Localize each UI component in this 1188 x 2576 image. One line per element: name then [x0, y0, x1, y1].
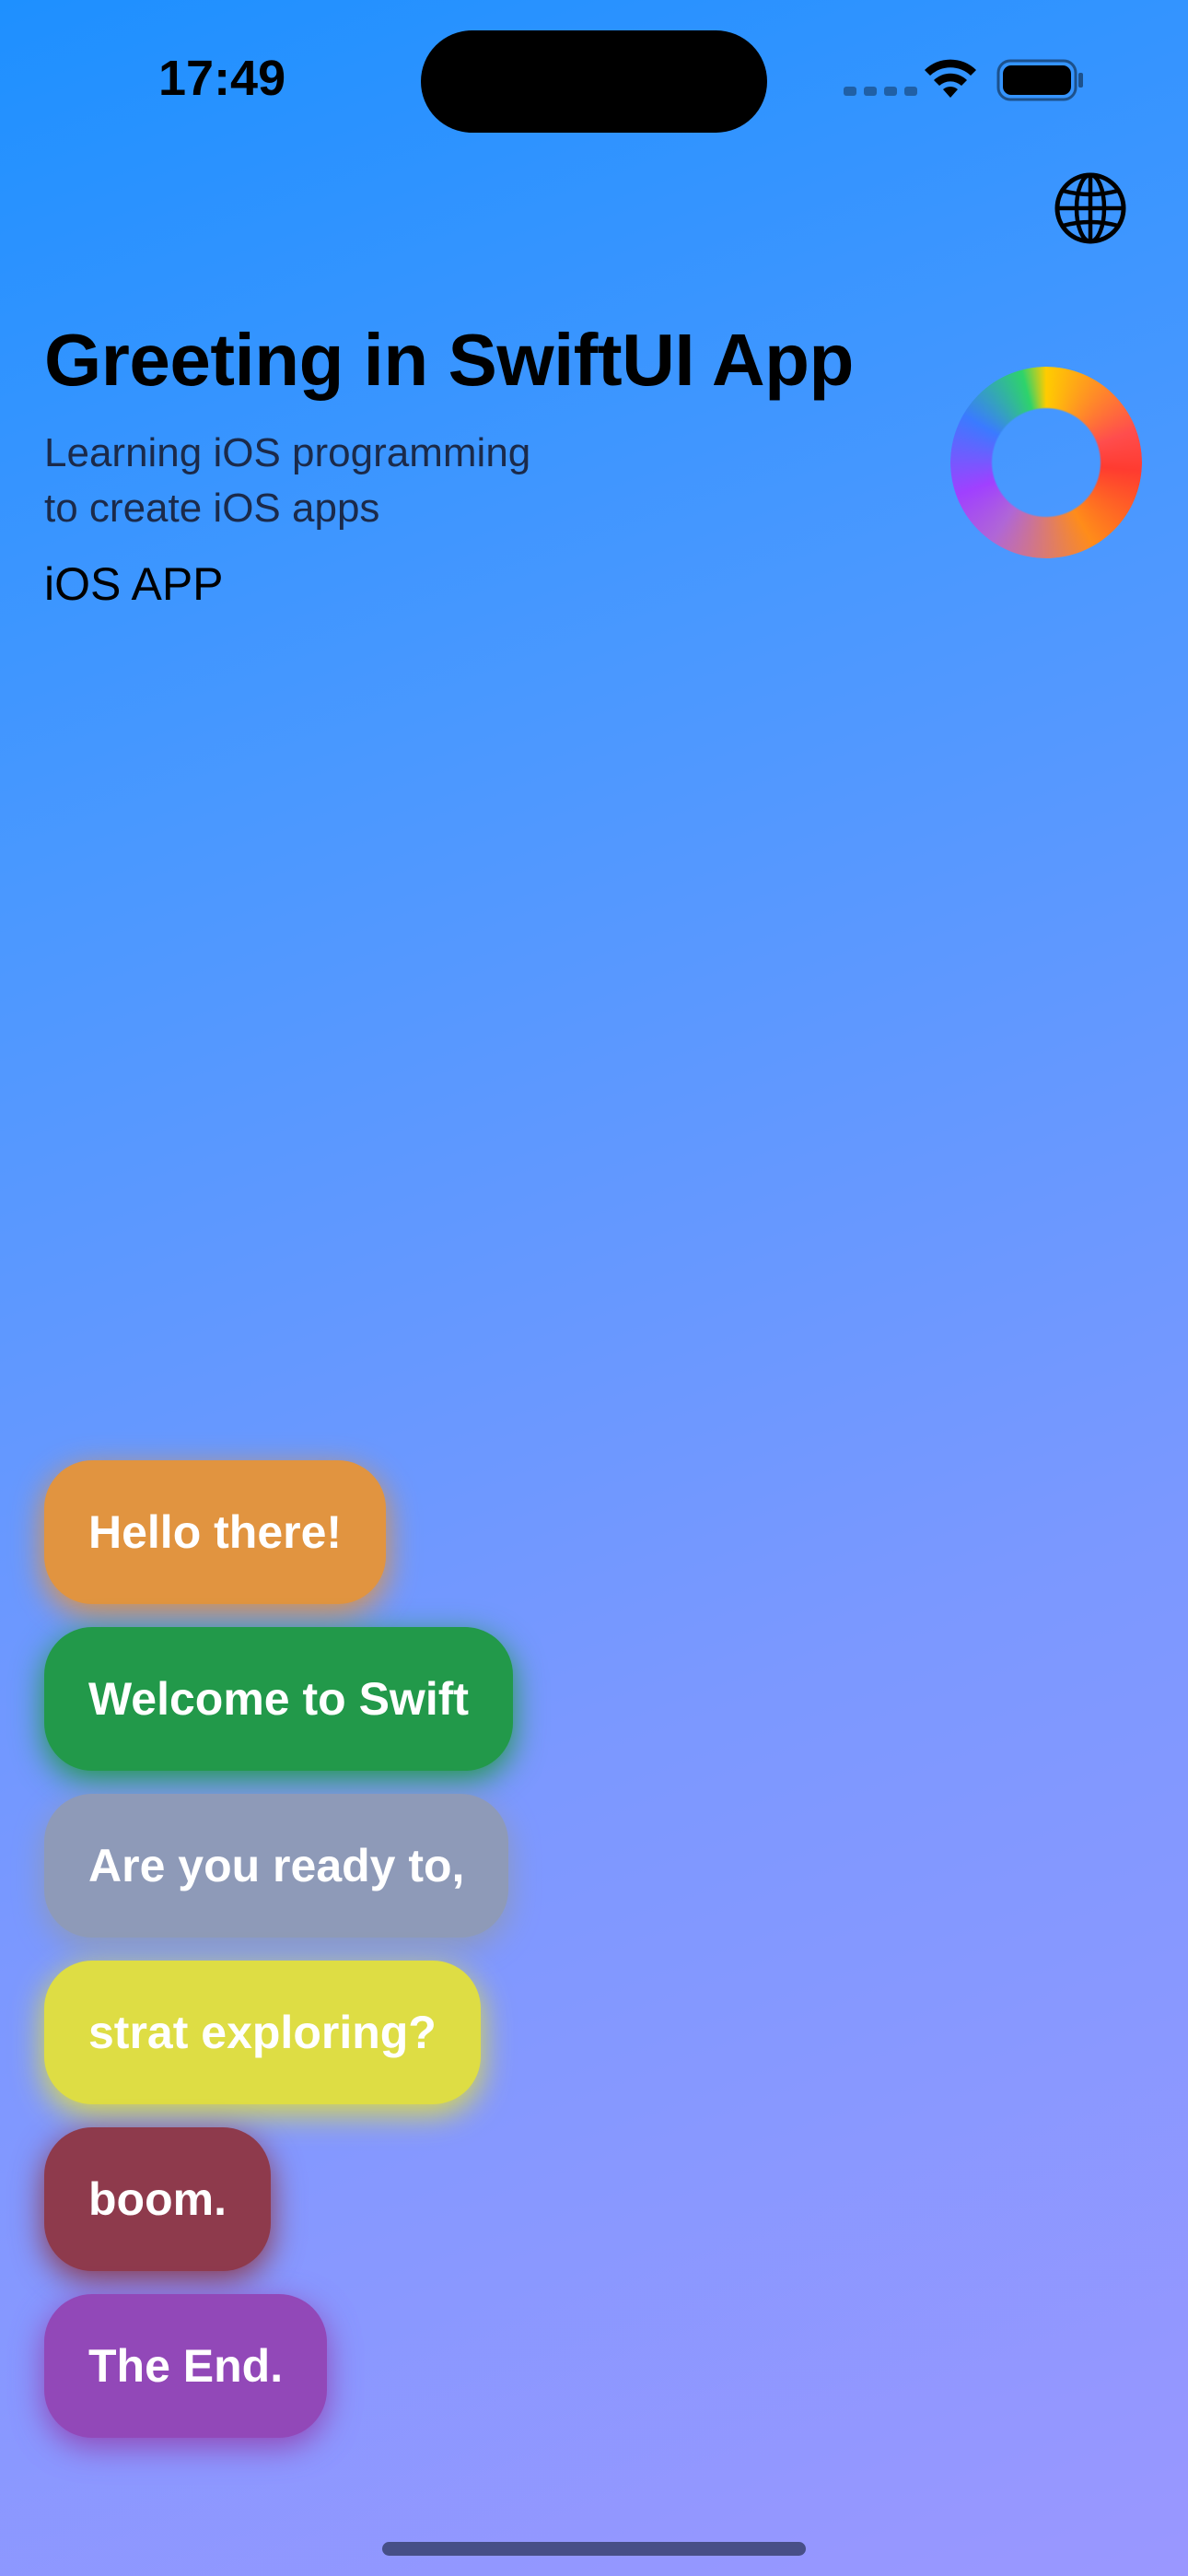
cellular-icon — [844, 87, 917, 96]
app-label: iOS APP — [44, 558, 224, 610]
greeting-text: strat exploring? — [88, 2007, 437, 2058]
greeting-bubble[interactable]: strat exploring? — [44, 1961, 481, 2104]
dynamic-island — [421, 30, 767, 133]
subtitle-line: Learning iOS programming — [44, 430, 531, 475]
battery-icon — [996, 59, 1083, 101]
greeting-text: Hello there! — [88, 1506, 343, 1558]
subtitle-line: to create iOS apps — [44, 486, 380, 531]
wifi-icon — [925, 59, 976, 98]
globe-button[interactable] — [1053, 170, 1128, 246]
page-title: Greeting in SwiftUI App — [44, 319, 854, 401]
home-indicator[interactable] — [382, 2542, 806, 2556]
greeting-text: Welcome to Swift — [88, 1673, 470, 1725]
greeting-bubble[interactable]: The End. — [44, 2294, 328, 2438]
greeting-bubble[interactable]: Welcome to Swift — [44, 1627, 514, 1771]
greeting-bubble[interactable]: Hello there! — [44, 1460, 387, 1604]
greeting-bubble[interactable]: boom. — [44, 2127, 271, 2271]
status-time: 17:49 — [158, 51, 286, 106]
globe-icon — [1054, 172, 1126, 244]
subtitle: Learning iOS programming to create iOS a… — [44, 426, 530, 536]
greeting-text: The End. — [88, 2340, 284, 2392]
greeting-bubble[interactable]: Are you ready to, — [44, 1794, 509, 1938]
color-ring-icon — [950, 367, 1142, 558]
greeting-text: Are you ready to, — [88, 1840, 465, 1891]
greeting-text: boom. — [88, 2173, 227, 2225]
